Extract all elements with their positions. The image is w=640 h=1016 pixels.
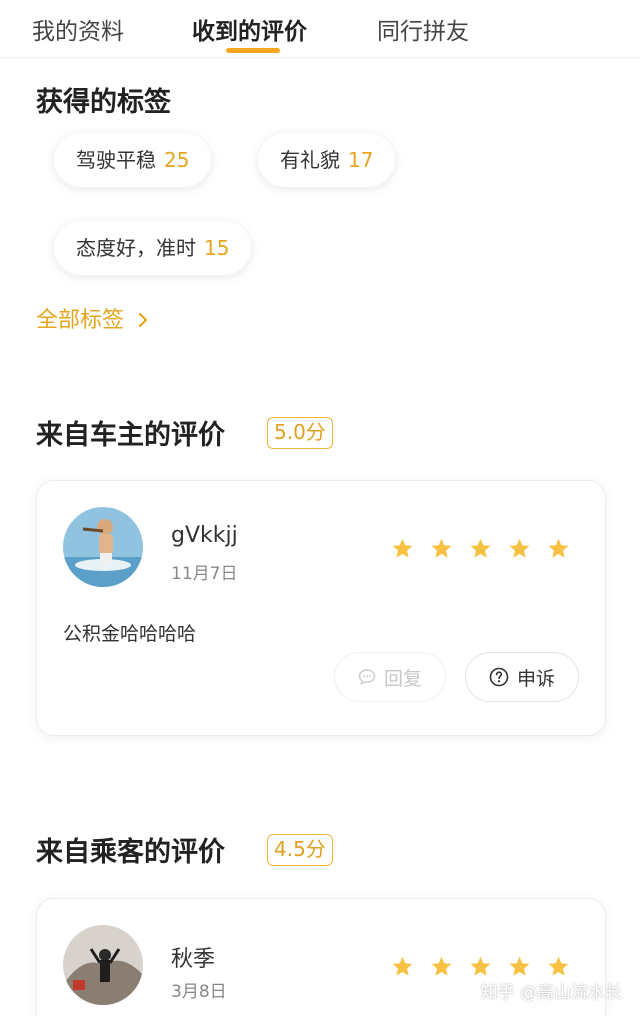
star-icon <box>392 956 413 976</box>
star-icon <box>548 538 569 558</box>
reviewer-name: gⅤkkjj <box>171 523 238 548</box>
star-icon <box>470 538 491 558</box>
question-circle-icon <box>489 667 509 687</box>
passenger-reviews-title: 来自乘客的评价 <box>36 837 225 868</box>
tab-co-riders[interactable]: 同行拼友 <box>377 12 469 46</box>
owner-review-card: gⅤkkjj 11月7日 公积金哈哈哈哈 回复 申诉 <box>36 480 606 736</box>
review-date: 3月8日 <box>171 982 227 1002</box>
tags-section-title: 获得的标签 <box>36 87 171 118</box>
tag-label: 有礼貌 <box>280 148 340 172</box>
tag-chip[interactable]: 态度好，准时 15 <box>54 221 252 275</box>
review-comment: 公积金哈哈哈哈 <box>63 623 197 645</box>
avatar[interactable] <box>63 507 143 587</box>
star-icon <box>431 956 452 976</box>
star-icon <box>470 956 491 976</box>
tag-label: 驾驶平稳 <box>76 148 156 172</box>
star-icon <box>509 538 530 558</box>
owner-score-badge: 5.0分 <box>267 417 333 449</box>
watermark: 知乎 @高山流水长 <box>480 983 622 1003</box>
tag-count: 25 <box>164 148 190 172</box>
star-icon <box>509 956 530 976</box>
chevron-right-icon <box>138 312 148 328</box>
reply-button[interactable]: 回复 <box>334 652 446 702</box>
owner-reviews-title: 来自车主的评价 <box>36 420 225 451</box>
rating-stars <box>391 955 570 978</box>
star-icon <box>431 538 452 558</box>
tab-received-reviews[interactable]: 收到的评价 <box>192 12 307 46</box>
active-tab-indicator <box>226 48 280 53</box>
rating-stars <box>391 537 570 560</box>
tag-label: 态度好，准时 <box>76 236 196 260</box>
reviewer-name: 秋季 <box>171 947 216 972</box>
tab-profile[interactable]: 我的资料 <box>32 12 124 46</box>
all-tags-label: 全部标签 <box>36 308 125 333</box>
review-date: 11月7日 <box>171 564 238 584</box>
tab-bar: 我的资料 收到的评价 同行拼友 <box>0 0 640 58</box>
tag-chip[interactable]: 驾驶平稳 25 <box>54 133 212 187</box>
tag-count: 15 <box>204 236 230 260</box>
all-tags-link[interactable]: 全部标签 <box>36 302 149 334</box>
appeal-button[interactable]: 申诉 <box>465 652 579 702</box>
passenger-score-badge: 4.5分 <box>267 834 333 866</box>
star-icon <box>548 956 569 976</box>
star-icon <box>392 538 413 558</box>
avatar[interactable] <box>63 925 143 1005</box>
reply-label: 回复 <box>383 667 422 690</box>
appeal-label: 申诉 <box>516 667 555 690</box>
tag-count: 17 <box>348 148 374 172</box>
tag-chip[interactable]: 有礼貌 17 <box>258 133 396 187</box>
chat-bubble-icon <box>358 669 376 685</box>
